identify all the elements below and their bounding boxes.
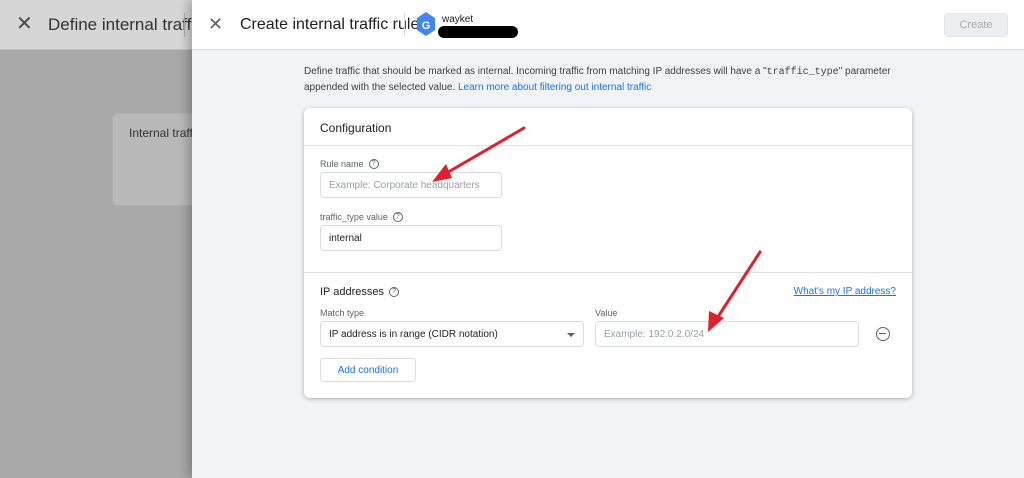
panel-header: ✕ Create internal traffic rule G wayket … [192,0,1024,50]
rule-name-label-row: Rule name ? [320,159,379,169]
ip-value-input[interactable]: Example: 192.0.2.0/24 [595,321,859,347]
match-type-select[interactable]: IP address is in range (CIDR notation) [320,321,584,347]
help-circle-icon[interactable]: ? [389,287,400,297]
match-type-label: Match type [320,308,365,318]
help-circle-icon[interactable]: ? [392,212,403,222]
google-analytics-icon: G [417,12,435,36]
section-divider [304,272,912,273]
whats-my-ip-link[interactable]: What's my IP address? [794,286,896,297]
rule-name-input[interactable]: Example: Corporate headquarters [320,172,502,198]
create-rule-panel: ✕ Create internal traffic rule G wayket … [192,0,1024,478]
configuration-header: Configuration [304,108,912,146]
match-type-value: IP address is in range (CIDR notation) [329,328,498,340]
background-card-text: Internal traffi [129,126,196,140]
background-close-icon[interactable]: ✕ [16,14,33,34]
description: Define traffic that should be marked as … [304,64,904,95]
ip-addresses-title: IP addresses [320,286,385,298]
help-circle-icon[interactable]: ? [368,159,379,169]
account-name: wayket [442,14,474,25]
ip-addresses-title-row: IP addresses ? [320,286,400,298]
panel-title: Create internal traffic rule [240,16,420,33]
traffic-type-label-row: traffic_type value ? [320,212,403,222]
traffic-type-label: traffic_type value [320,212,388,222]
description-prefix: Define traffic that should be marked as … [304,66,767,77]
add-condition-button[interactable]: Add condition [320,358,416,382]
traffic-type-input[interactable]: internal [320,225,502,251]
rule-name-label: Rule name [320,159,364,169]
learn-more-link[interactable]: Learn more about filtering out internal … [458,82,651,93]
configuration-card: Configuration Rule name ? Example: Corpo… [304,108,912,398]
value-label: Value [595,308,618,318]
configuration-title: Configuration [320,121,392,135]
chevron-down-icon [567,333,575,337]
svg-text:G: G [422,20,431,32]
description-param: traffic_type [766,67,839,78]
create-button[interactable]: Create [944,13,1008,37]
account-redaction [438,26,518,38]
close-icon[interactable]: ✕ [208,14,223,34]
background-page-title: Define internal traffic [48,15,204,34]
background-divider [184,13,185,37]
header-divider [404,13,405,37]
remove-circle-icon[interactable] [876,327,890,341]
